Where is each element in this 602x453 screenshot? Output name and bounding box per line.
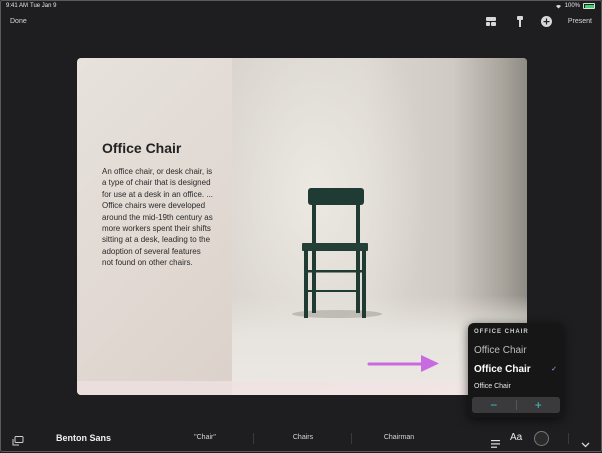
paintbrush-icon[interactable] bbox=[514, 16, 525, 27]
battery-percent: 100% bbox=[564, 3, 580, 9]
keyboard-undock-icon[interactable] bbox=[12, 433, 24, 451]
increase-button[interactable]: + bbox=[517, 397, 561, 413]
layout-icon[interactable] bbox=[485, 16, 496, 27]
bar-divider bbox=[568, 433, 569, 444]
text-format-button[interactable]: Aa bbox=[510, 432, 522, 443]
color-picker-button[interactable] bbox=[534, 431, 549, 446]
popover-header: OFFICE CHAIR bbox=[474, 329, 529, 335]
size-stepper: − + bbox=[472, 397, 560, 413]
status-right: 100% bbox=[555, 3, 595, 9]
suggestion-divider bbox=[253, 433, 254, 444]
popover-option-title-style[interactable]: Office Chair bbox=[474, 345, 527, 356]
slide-body-text[interactable]: An office chair, or desk chair, is a typ… bbox=[102, 166, 214, 269]
chevron-down-icon[interactable] bbox=[581, 435, 590, 453]
font-name-button[interactable]: Benton Sans bbox=[56, 433, 111, 443]
suggestion-plural[interactable]: Chairs bbox=[271, 434, 335, 441]
add-icon[interactable] bbox=[541, 16, 552, 27]
suggestion-divider bbox=[351, 433, 352, 444]
wifi-icon bbox=[555, 4, 561, 8]
suggestion-word[interactable]: Chairman bbox=[367, 434, 431, 441]
align-icon[interactable] bbox=[491, 435, 500, 453]
popover-option-small-style[interactable]: Office Chair bbox=[474, 383, 511, 390]
present-button[interactable]: Present bbox=[568, 18, 592, 25]
arrow-right-icon bbox=[367, 355, 439, 372]
battery-icon bbox=[583, 3, 595, 9]
keyboard-shortcut-bar: Benton Sans "Chair" Chairs Chairman Aa bbox=[1, 427, 601, 451]
slide-title[interactable]: Office Chair bbox=[102, 140, 181, 156]
done-button[interactable]: Done bbox=[10, 18, 27, 25]
status-time: 9:41 AM bbox=[6, 3, 29, 9]
suggestion-quoted[interactable]: "Chair" bbox=[173, 434, 237, 441]
app-window: 9:41 AM Tue Jan 9 100% Done Present Offi… bbox=[0, 0, 602, 452]
popover-option-bold-style[interactable]: Office Chair bbox=[474, 364, 531, 375]
slide-bottom-band bbox=[77, 381, 527, 395]
status-bar: 9:41 AM Tue Jan 9 100% bbox=[1, 1, 601, 12]
checkmark-icon: ✓ bbox=[551, 366, 557, 373]
text-replacement-popover: OFFICE CHAIR Office Chair Office Chair ✓… bbox=[468, 323, 563, 418]
slide-canvas[interactable]: Office Chair An office chair, or desk ch… bbox=[77, 58, 527, 395]
status-date: Tue Jan 9 bbox=[30, 3, 57, 9]
decrease-button[interactable]: − bbox=[472, 397, 516, 413]
